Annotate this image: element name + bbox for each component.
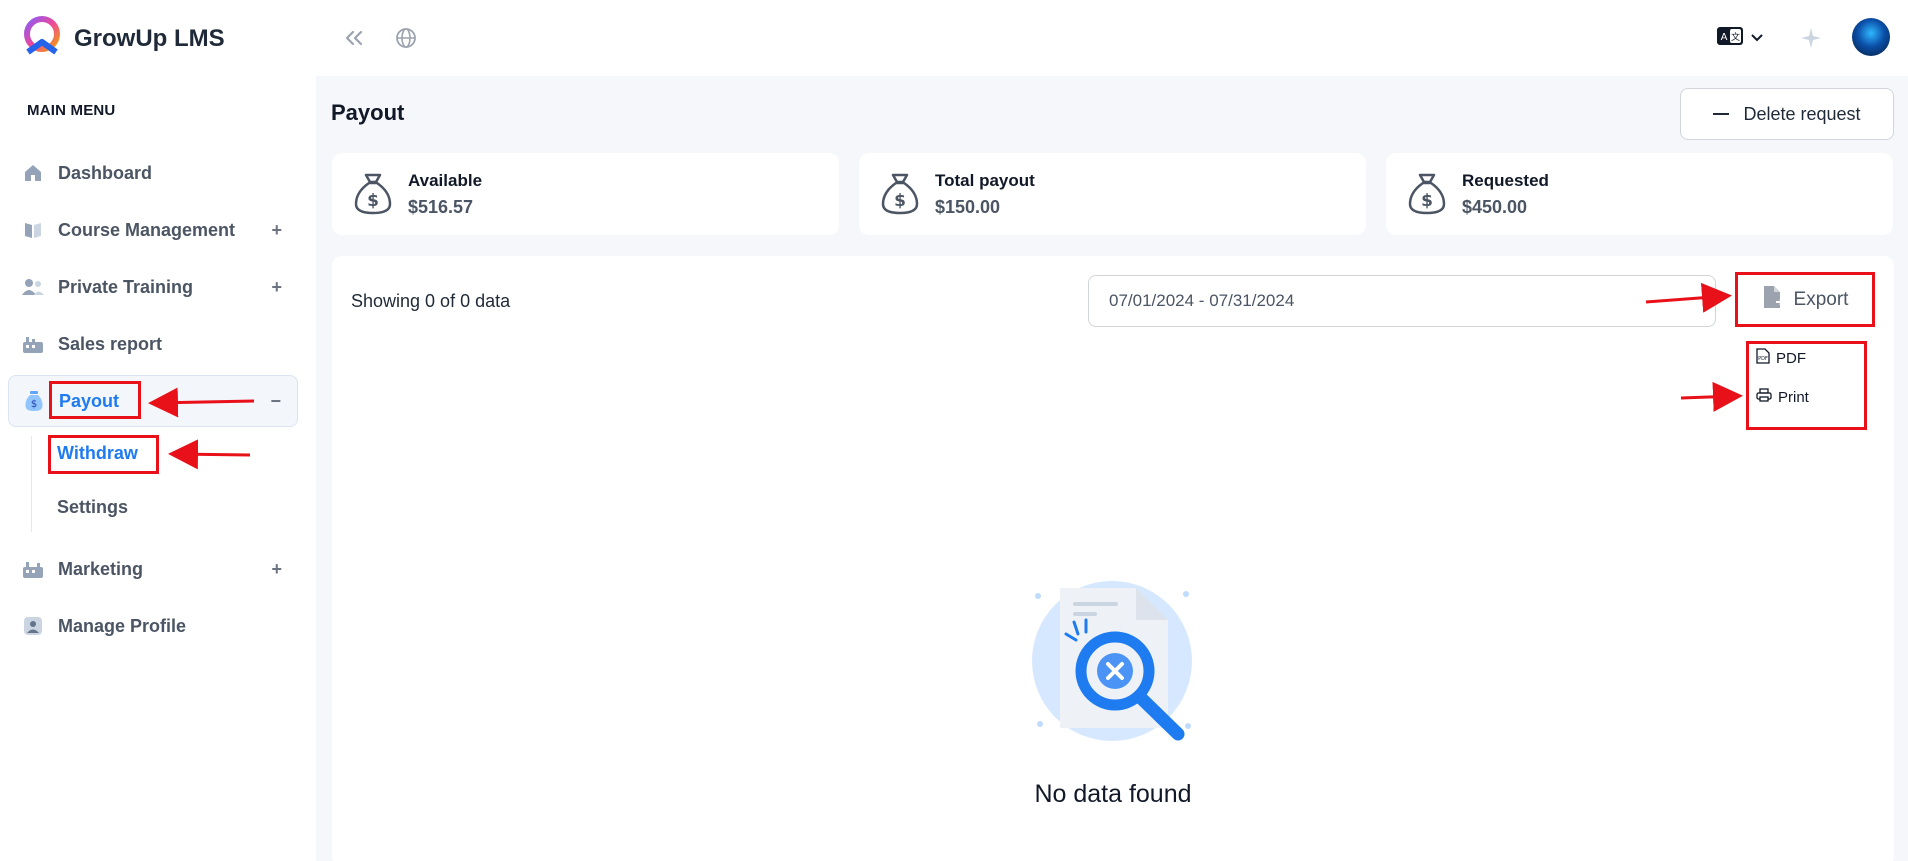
export-dropdown: PDF PDF Print <box>1748 344 1864 426</box>
svg-text:A: A <box>1721 32 1728 43</box>
sidebar-item-dashboard[interactable]: Dashboard <box>8 147 298 199</box>
sidebar-item-label: Sales report <box>58 333 163 354</box>
sidebar-item-course-management[interactable]: Course Management + <box>8 204 298 256</box>
delete-request-button[interactable]: Delete request <box>1680 88 1894 140</box>
pdf-icon: PDF <box>1756 348 1770 368</box>
moneybag-icon: $ <box>881 173 919 215</box>
translate-icon: A文 <box>1717 26 1743 50</box>
sidebar-item-manage-profile[interactable]: Manage Profile <box>8 600 298 652</box>
marketing-icon <box>22 558 44 580</box>
users-icon <box>22 276 44 298</box>
empty-state-text: No data found <box>1034 780 1192 808</box>
page-title: Payout <box>331 100 405 125</box>
empty-state-illustration <box>1028 576 1198 746</box>
svg-text:文: 文 <box>1731 31 1740 43</box>
language-selector[interactable]: A文 <box>1716 24 1764 52</box>
collapse-sidebar-icon[interactable] <box>340 24 368 52</box>
sidebar-item-label: Manage Profile <box>58 615 187 636</box>
sidebar-item-marketing[interactable]: Marketing + <box>8 543 298 595</box>
avatar[interactable] <box>1852 18 1890 56</box>
data-panel <box>332 256 1894 861</box>
logo-icon <box>20 14 64 63</box>
card-label: Total payout <box>935 170 1035 190</box>
sidebar-subitem-settings[interactable]: Settings <box>57 497 128 518</box>
profile-icon <box>22 615 44 637</box>
expand-icon[interactable]: + <box>271 559 282 580</box>
sidebar-item-label: Payout <box>59 390 120 411</box>
card-value: $150.00 <box>935 196 1001 217</box>
svg-text:$: $ <box>31 399 37 410</box>
card-label: Requested <box>1462 170 1549 190</box>
card-requested: $ Requested $450.00 <box>1386 153 1893 235</box>
sparkle-icon[interactable] <box>1797 24 1825 52</box>
card-available: $ Available $516.57 <box>332 153 839 235</box>
date-range-input[interactable] <box>1088 275 1716 327</box>
book-icon <box>22 219 44 241</box>
card-total-payout: $ Total payout $150.00 <box>859 153 1366 235</box>
svg-text:$: $ <box>1421 191 1433 211</box>
export-print-option[interactable]: Print <box>1756 388 1809 406</box>
menu-title: MAIN MENU <box>27 102 116 119</box>
printer-icon <box>1756 388 1772 406</box>
sidebar-item-private-training[interactable]: Private Training + <box>8 261 298 313</box>
sidebar-item-sales-report[interactable]: Sales report <box>8 318 298 370</box>
submenu-line <box>31 436 32 532</box>
brand-name: GrowUp LMS <box>74 24 225 52</box>
moneybag-icon: $ <box>354 173 392 215</box>
home-icon <box>22 162 44 184</box>
moneybag-icon: $ <box>1408 173 1446 215</box>
card-value: $450.00 <box>1462 196 1528 217</box>
card-value: $516.57 <box>408 196 474 217</box>
sidebar-subitem-withdraw[interactable]: Withdraw <box>57 443 138 464</box>
report-icon <box>22 333 44 355</box>
collapse-icon[interactable]: − <box>270 391 281 412</box>
chevron-down-icon <box>1751 29 1763 47</box>
pdf-label: PDF <box>1776 349 1806 367</box>
export-label: Export <box>1793 289 1849 310</box>
print-label: Print <box>1778 388 1809 406</box>
brand-logo[interactable]: GrowUp LMS <box>20 14 225 63</box>
svg-text:$: $ <box>367 191 379 211</box>
moneybag-icon: $ <box>23 390 45 412</box>
sidebar-item-label: Course Management <box>58 219 236 240</box>
export-pdf-option[interactable]: PDF PDF <box>1756 348 1806 368</box>
expand-icon[interactable]: + <box>271 277 282 298</box>
svg-text:$: $ <box>894 191 906 211</box>
file-export-icon <box>1762 285 1784 315</box>
expand-icon[interactable]: + <box>271 220 282 241</box>
svg-text:PDF: PDF <box>1758 356 1768 362</box>
sidebar-item-payout[interactable]: $ Payout − <box>8 375 298 427</box>
card-label: Available <box>408 170 483 190</box>
sidebar-item-label: Marketing <box>58 558 144 579</box>
delete-request-label: Delete request <box>1743 103 1861 124</box>
export-button[interactable]: Export <box>1738 274 1872 326</box>
topbar <box>316 0 1908 76</box>
sidebar-item-label: Private Training <box>58 276 194 297</box>
showing-count: Showing 0 of 0 data <box>351 291 511 311</box>
sidebar-item-label: Dashboard <box>58 162 153 183</box>
globe-icon[interactable] <box>392 24 420 52</box>
sidebar: GrowUp LMS MAIN MENU Dashboard Course Ma… <box>0 0 316 861</box>
minus-icon <box>1713 113 1730 115</box>
